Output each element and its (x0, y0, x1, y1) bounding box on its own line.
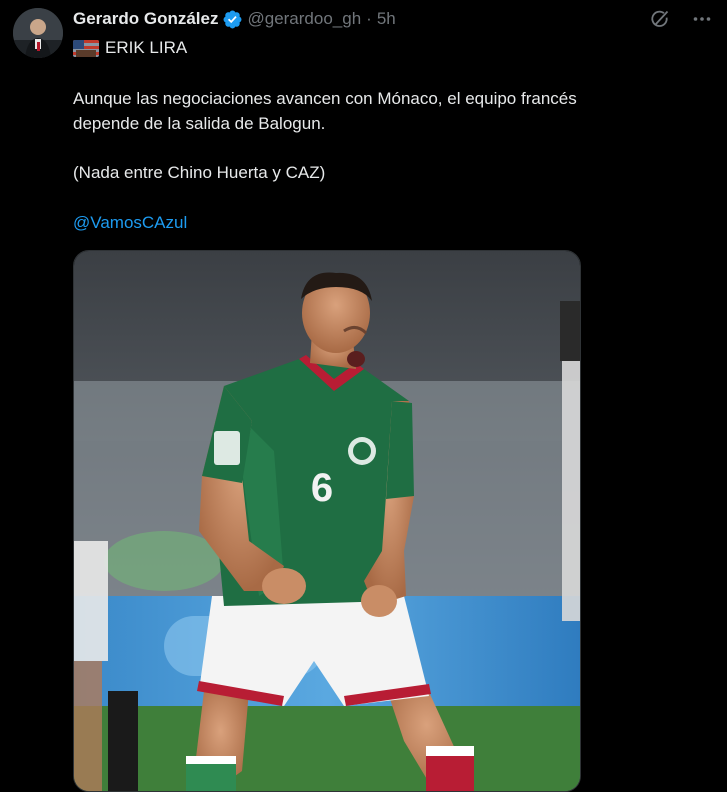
tweet-actions-top (649, 8, 713, 30)
avatar[interactable] (13, 8, 63, 58)
jersey-number: 6 (310, 466, 334, 510)
timestamp[interactable]: 5h (377, 9, 396, 29)
verified-badge-icon[interactable] (222, 9, 243, 30)
grok-button[interactable] (649, 8, 671, 30)
flag-icon (73, 39, 99, 57)
tweet-header: Gerardo González @gerardoo_gh · 5h (73, 8, 396, 30)
tweet-aside: (Nada entre Chino Huerta y CAZ) (73, 163, 326, 182)
tweet[interactable]: Gerardo González @gerardoo_gh · 5h ERIK … (0, 0, 727, 792)
tweet-body-line: Aunque las negociaciones avancen con Món… (73, 89, 577, 108)
grok-icon (651, 10, 669, 27)
more-options-icon (693, 17, 711, 21)
avatar-image (13, 8, 63, 58)
tweet-body: Aunque las negociaciones avancen con Món… (73, 86, 577, 136)
author-name[interactable]: Gerardo González (73, 9, 218, 29)
tweet-media[interactable]: 6 (73, 250, 581, 792)
author-handle[interactable]: @gerardoo_gh (247, 9, 361, 29)
tweet-body-line: depende de la salida de Balogun. (73, 114, 326, 133)
tweet-title: ERIK LIRA (105, 38, 188, 57)
player-photo (74, 251, 580, 791)
more-options-button[interactable] (691, 8, 713, 30)
separator-dot: · (366, 9, 372, 28)
mention-link[interactable]: @VamosCAzul (73, 210, 187, 235)
tweet-title-line: ERIK LIRA (73, 38, 187, 58)
